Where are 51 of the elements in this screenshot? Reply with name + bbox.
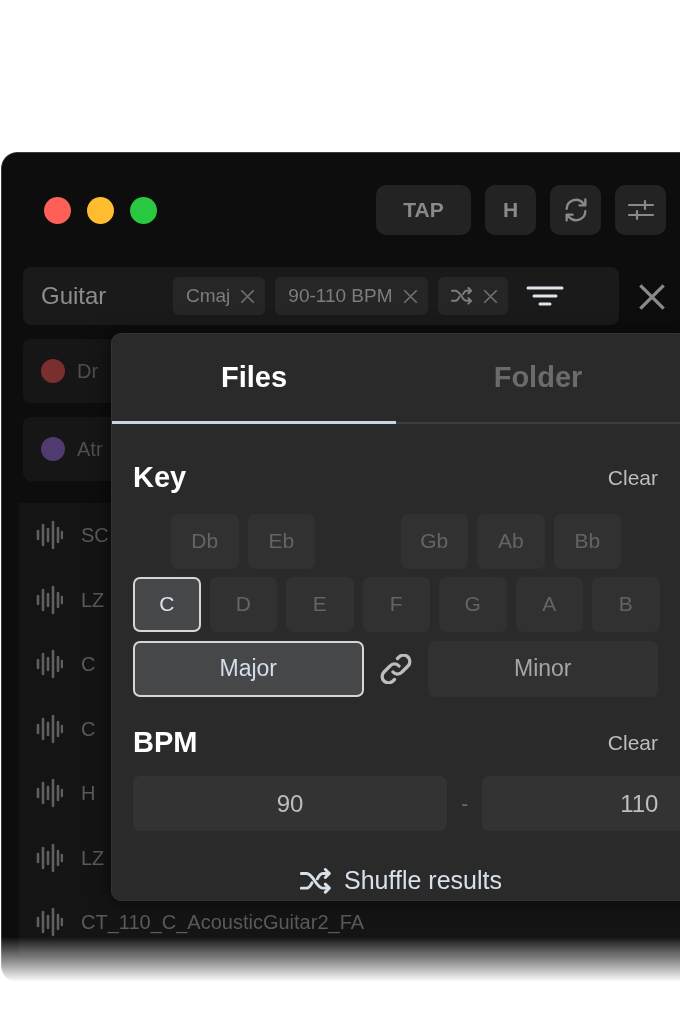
waveform-icon <box>36 584 63 615</box>
tag-label: Atr <box>77 437 103 462</box>
waveform-icon <box>36 649 63 680</box>
file-name[interactable]: CT_110_C_AcousticGuitar2_FA <box>81 907 365 938</box>
waveform-icon <box>36 907 63 938</box>
key-button[interactable]: C <box>133 576 201 632</box>
window-control[interactable] <box>130 196 157 224</box>
clear-button[interactable]: Clear <box>607 726 658 758</box>
remove-icon <box>240 288 256 304</box>
file-name[interactable]: LZ <box>81 584 105 615</box>
shuffle-icon <box>300 867 332 894</box>
file-name[interactable]: LZ <box>81 842 105 873</box>
h-button[interactable]: H <box>485 185 536 235</box>
range-separator: - <box>461 790 469 818</box>
waveform-icon <box>36 520 63 551</box>
mode-button[interactable]: Major <box>133 640 364 697</box>
mode-button[interactable]: Minor <box>427 640 658 697</box>
section-title: Key <box>133 460 187 495</box>
file-name[interactable]: SC <box>81 520 109 551</box>
close-icon <box>638 283 666 311</box>
window-control[interactable] <box>87 196 114 224</box>
waveform-icon <box>36 842 63 873</box>
file-name[interactable]: C <box>81 649 96 680</box>
clear-button[interactable]: Clear <box>607 462 658 494</box>
section-title: BPM <box>133 724 198 760</box>
bpm-max-field[interactable]: 110 <box>482 776 680 831</box>
filter-chip[interactable]: 90-110 BPM <box>275 277 428 315</box>
shuffle-results-button[interactable]: Shuffle results <box>294 861 508 901</box>
filter-chip[interactable] <box>437 277 508 315</box>
search-field[interactable]: Guitar <box>41 278 163 314</box>
chip-label: Cmaj <box>186 283 231 308</box>
tab[interactable]: Folder <box>396 334 680 424</box>
file-name[interactable]: H <box>81 778 96 809</box>
refresh-button[interactable] <box>550 185 601 235</box>
link-icon <box>377 653 414 684</box>
settings-button[interactable] <box>615 185 666 235</box>
file-name[interactable]: C <box>81 713 96 744</box>
waveform-icon <box>36 778 63 809</box>
remove-icon <box>482 288 498 304</box>
shuffle-icon <box>450 287 473 305</box>
filter-chip[interactable]: Cmaj <box>173 277 266 315</box>
tab[interactable]: Files <box>112 334 396 424</box>
tap-button[interactable]: TAP <box>376 185 471 235</box>
filter-icon <box>525 285 564 307</box>
waveform-icon <box>36 713 63 744</box>
window-control[interactable] <box>44 196 71 224</box>
bpm-min-field[interactable]: 90 <box>133 776 447 831</box>
tag-label: Dr <box>77 359 99 384</box>
sliders-icon <box>626 198 655 222</box>
chip-label: 90-110 BPM <box>288 283 393 308</box>
remove-icon <box>402 288 418 304</box>
